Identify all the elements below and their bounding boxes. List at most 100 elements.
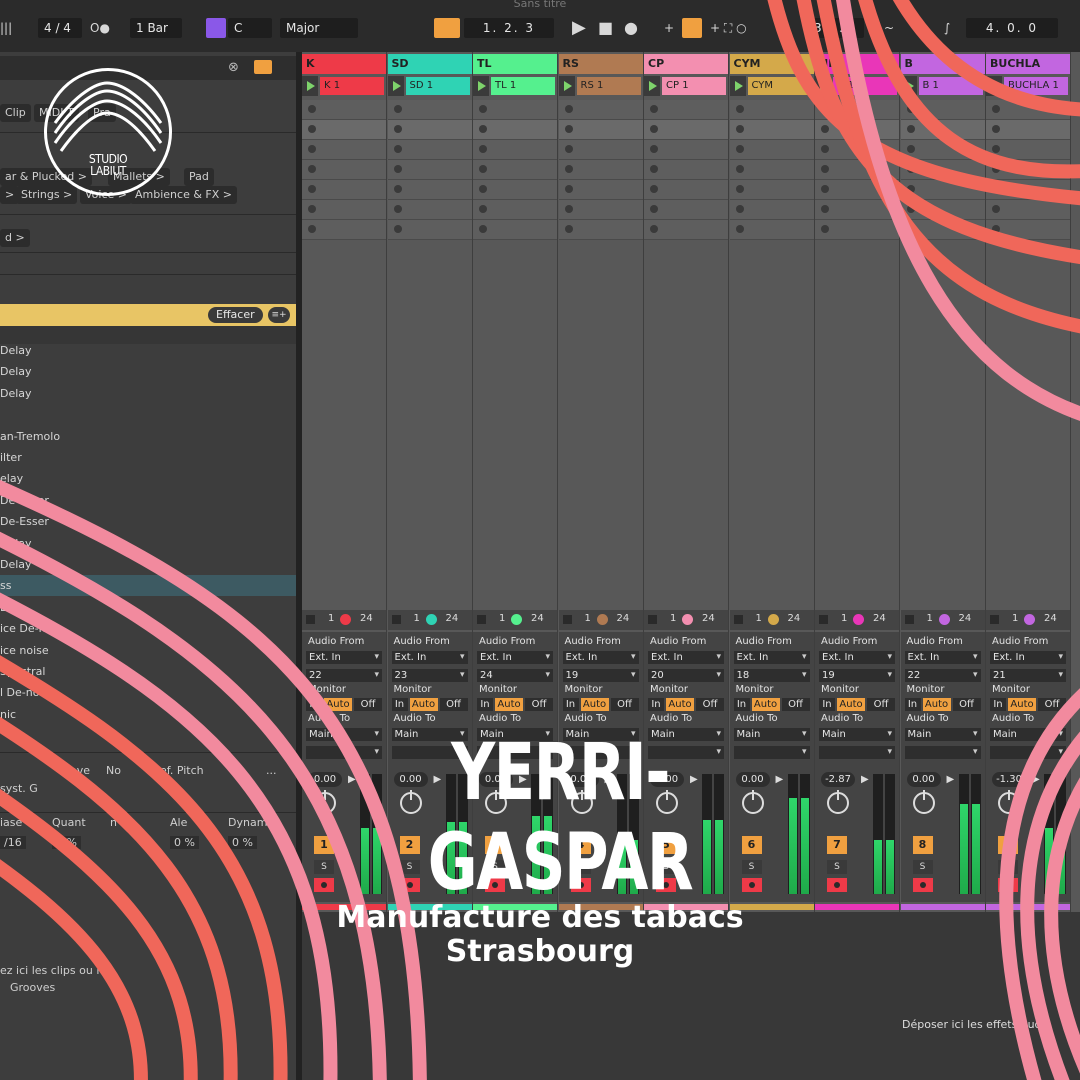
slot-stop-icon[interactable] (308, 165, 316, 173)
clip-launch-icon[interactable] (644, 76, 660, 96)
slot-stop-icon[interactable] (479, 225, 487, 233)
slot-stop-icon[interactable] (821, 165, 829, 173)
audio-to-select[interactable]: Main (990, 728, 1066, 741)
midi-io-icon[interactable]: ||| (0, 18, 12, 38)
volume-value[interactable]: -1.30 (992, 772, 1026, 787)
slot-stop-icon[interactable] (564, 125, 573, 133)
time-signature[interactable]: 4 / 4 (38, 18, 82, 38)
volume-value[interactable]: -2.87 (821, 772, 855, 787)
add-filter-icon[interactable]: ≡+ (268, 307, 290, 323)
track-title[interactable]: BUCHLA (986, 54, 1070, 74)
slot-stop-icon[interactable] (393, 185, 402, 193)
clip-launch-icon[interactable] (302, 76, 318, 96)
clip-slot[interactable]: RS 1 (558, 76, 643, 96)
browser-item[interactable]: Spectral (0, 661, 296, 682)
monitor-in-button[interactable]: In (904, 698, 921, 711)
empty-clip-slot[interactable] (815, 140, 899, 160)
empty-clip-slot[interactable] (815, 220, 899, 240)
monitor-auto-button[interactable]: Auto (580, 698, 609, 711)
slot-stop-icon[interactable] (992, 165, 1000, 173)
slot-stop-icon[interactable] (479, 105, 487, 113)
empty-clip-slot[interactable] (644, 140, 728, 160)
clip-launch-icon[interactable] (558, 76, 575, 96)
monitor-auto-button[interactable]: Auto (324, 698, 352, 711)
slot-stop-icon[interactable] (821, 125, 829, 133)
empty-clip-slot[interactable] (387, 140, 472, 160)
solo-button[interactable]: S (998, 860, 1018, 874)
empty-clip-slot[interactable] (302, 140, 386, 160)
slot-stop-icon[interactable] (650, 225, 658, 233)
audio-from-select[interactable]: Ext. In (648, 651, 724, 664)
monitor-auto-button[interactable]: Auto (751, 698, 780, 711)
filter-icon[interactable] (254, 60, 272, 74)
input-channel-select[interactable]: 20 (648, 669, 724, 682)
track-title[interactable]: HH (815, 54, 899, 74)
monitor-in-button[interactable]: In (733, 698, 750, 711)
input-channel-select[interactable]: 19 (562, 669, 639, 682)
track-title[interactable]: RS (558, 54, 643, 74)
empty-clip-slot[interactable] (900, 160, 985, 180)
input-channel-select[interactable]: 21 (990, 669, 1066, 682)
solo-button[interactable]: S (912, 860, 933, 874)
slot-stop-icon[interactable] (308, 125, 316, 133)
clip-slot[interactable]: CP 1 (644, 76, 728, 96)
groove-value[interactable]: 0 % (52, 836, 81, 849)
slot-stop-icon[interactable] (821, 185, 829, 193)
track-title[interactable]: TL (473, 54, 557, 74)
browser-item[interactable]: Delay (0, 554, 296, 575)
clear-filters-button[interactable]: Effacer (208, 307, 263, 323)
empty-clip-slot[interactable] (473, 140, 557, 160)
empty-clip-slot[interactable] (387, 160, 472, 180)
solo-button[interactable]: S (314, 860, 334, 874)
monitor-off-button[interactable]: Off (610, 698, 639, 711)
slot-stop-icon[interactable] (650, 205, 658, 213)
play-icon[interactable]: ▶ (572, 18, 586, 38)
metronome-button[interactable]: O● (90, 18, 110, 38)
audio-from-select[interactable]: Ext. In (819, 651, 895, 664)
more-icon[interactable]: ... (266, 764, 277, 777)
sub-routing-select[interactable] (990, 746, 1066, 759)
clip-slot[interactable]: K 1 (302, 76, 386, 96)
browser-item[interactable]: l De-noise (0, 682, 296, 703)
clip-launch-icon[interactable] (986, 76, 1002, 96)
input-channel-select[interactable]: 19 (819, 669, 895, 682)
slot-stop-icon[interactable] (992, 205, 1000, 213)
slot-stop-icon[interactable] (564, 225, 573, 233)
input-channel-select[interactable]: 18 (733, 669, 810, 682)
empty-clip-slot[interactable] (900, 220, 985, 240)
automation-arm-button[interactable] (682, 18, 702, 38)
slot-stop-icon[interactable] (906, 165, 915, 173)
browser-item[interactable]: ice noise (0, 640, 296, 661)
audio-to-select[interactable]: Main (306, 728, 382, 741)
slot-stop-icon[interactable] (393, 125, 402, 133)
clip-name[interactable]: CYM (747, 77, 812, 95)
pan-knob[interactable] (912, 790, 935, 814)
slot-stop-icon[interactable] (735, 145, 744, 153)
empty-clip-slot[interactable] (986, 220, 1070, 240)
slot-stop-icon[interactable] (735, 205, 744, 213)
monitor-auto-button[interactable]: Auto (409, 698, 438, 711)
groove-value[interactable]: 0 % (170, 836, 199, 849)
slot-stop-icon[interactable] (308, 225, 316, 233)
pan-knob[interactable] (827, 790, 849, 814)
empty-clip-slot[interactable] (302, 100, 386, 120)
clip-launch-icon[interactable] (473, 76, 489, 96)
record-icon[interactable]: ● (624, 18, 638, 38)
monitor-auto-button[interactable]: Auto (1008, 698, 1036, 711)
monitor-in-button[interactable]: In (477, 698, 493, 711)
clip-slot[interactable]: BUCHLA 1 (986, 76, 1070, 96)
slot-stop-icon[interactable] (650, 105, 658, 113)
slot-stop-icon[interactable] (564, 165, 573, 173)
empty-clip-slot[interactable] (986, 160, 1070, 180)
slot-stop-icon[interactable] (564, 185, 573, 193)
slot-stop-icon[interactable] (393, 205, 402, 213)
audio-from-select[interactable]: Ext. In (391, 651, 468, 664)
track-activator-button[interactable]: 1 (314, 836, 334, 854)
monitor-off-button[interactable]: Off (1038, 698, 1066, 711)
browser-item[interactable]: Ess (0, 597, 296, 618)
empty-clip-slot[interactable] (815, 160, 899, 180)
fold-icon[interactable] (562, 615, 572, 624)
input-channel-select[interactable]: 24 (477, 669, 553, 682)
volume-value[interactable]: 0.00 (308, 772, 342, 787)
input-channel-select[interactable]: 22 (306, 669, 382, 682)
